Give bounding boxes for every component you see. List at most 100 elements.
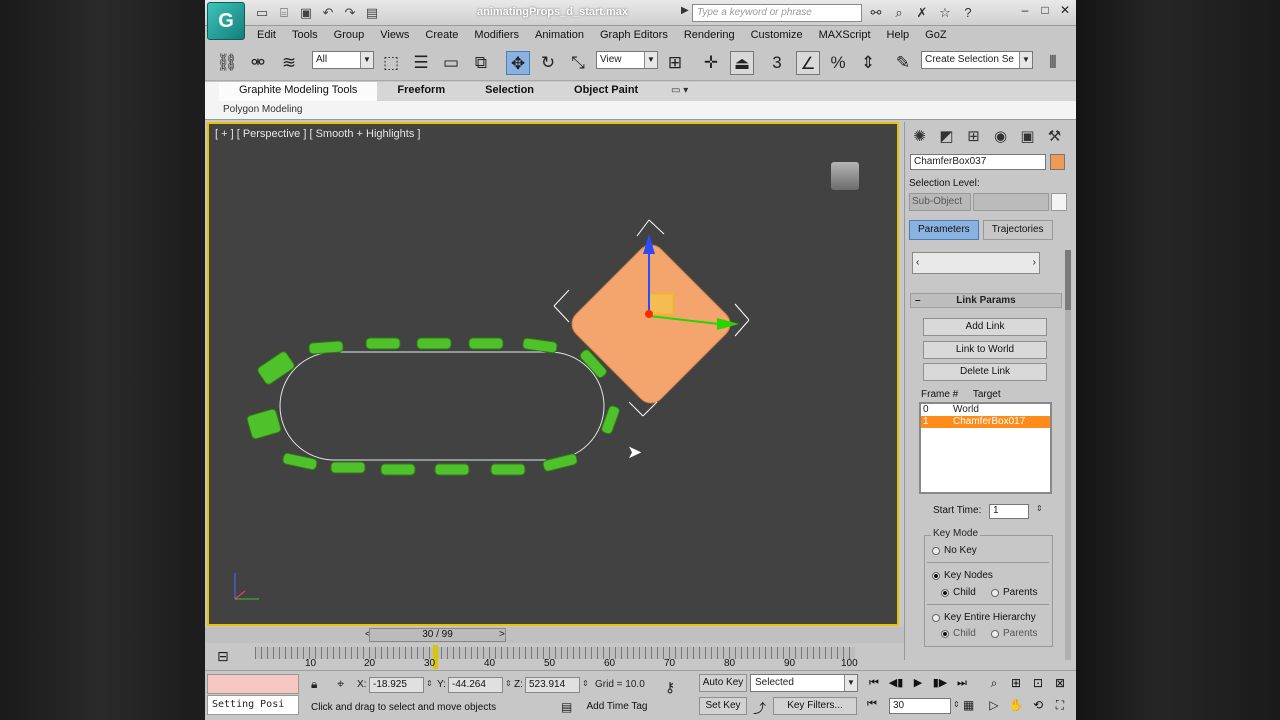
select-by-name-icon[interactable]: ☰ [409,51,433,75]
menu-rendering[interactable]: Rendering [676,27,743,45]
ribbon-options-icon[interactable]: ▭ ▾ [671,85,688,96]
menu-customize[interactable]: Customize [743,27,811,45]
perspective-viewport[interactable]: [ + ] [ Perspective ] [ Smooth + Highlig… [207,122,899,626]
display-panel-icon[interactable]: ▣ [1017,126,1038,147]
scrollbar-thumb[interactable] [1065,250,1071,310]
key-filters-button[interactable]: Key Filters... [773,697,857,715]
radio-key-entire-hierarchy[interactable]: Key Entire Hierarchy [932,612,1036,623]
maximize-icon[interactable]: □ [1038,3,1052,17]
current-frame-field[interactable]: 30 [889,698,951,714]
default-tangents-icon[interactable]: ⤴ [753,698,766,717]
chevron-left-icon[interactable]: ‹ [916,257,919,268]
radio-hierarchy-child[interactable]: Child [941,628,976,639]
menu-tools[interactable]: Tools [284,27,326,45]
spinner-icon[interactable]: ⇕ [953,700,960,709]
go-to-end-icon[interactable]: ⏭ [953,675,971,691]
spinner-snap-icon[interactable]: ⇕ [856,51,880,75]
list-item[interactable]: 1 ChamferBox017 [921,416,1050,428]
menu-create[interactable]: Create [417,27,466,45]
go-to-start-icon[interactable]: ⏮ [865,675,883,691]
zoom-icon[interactable]: ⌕ [985,674,1003,692]
y-coordinate-field[interactable]: -44.264 [448,677,503,693]
key-mode-toggle-icon[interactable]: ⏮ [867,698,877,711]
search-icon[interactable]: ⌕ [890,4,908,21]
sub-object-swatch[interactable] [1051,193,1067,211]
maximize-viewport-icon[interactable]: ⛶ [1051,696,1069,714]
key-filter-selection-dropdown[interactable]: Selected ▼ [750,674,858,692]
search-input[interactable]: Type a keyword or phrase [692,4,862,22]
redo-icon[interactable]: ↷ [341,4,359,21]
next-frame-icon[interactable]: > [499,629,505,640]
mirror-icon[interactable]: ⫴ [1041,51,1065,75]
menu-help[interactable]: Help [879,27,918,45]
app-logo-icon[interactable]: G [207,2,245,40]
radio-key-nodes-child[interactable]: Child [941,587,976,598]
play-icon[interactable]: ▶ [909,675,927,691]
menu-views[interactable]: Views [372,27,417,45]
chevron-right-icon[interactable]: ▶ [681,5,689,16]
create-panel-icon[interactable]: ✺ [909,126,930,147]
reference-coordinate-dropdown[interactable]: View ▼ [596,51,658,69]
delete-link-button[interactable]: Delete Link [923,363,1047,381]
chevron-right-icon[interactable]: › [1033,257,1036,268]
keyboard-shortcut-override-icon[interactable]: ⏏ [730,51,754,75]
x-coordinate-field[interactable]: -18.925 [369,677,424,693]
start-time-field[interactable]: 1 [989,504,1029,519]
star-icon[interactable]: ☆ [936,4,954,21]
motion-panel-icon[interactable]: ◉ [990,126,1011,147]
object-color-swatch[interactable] [1050,154,1065,170]
spinner-icon[interactable]: ⇕ [426,679,433,688]
new-file-icon[interactable]: ▭ [253,4,271,21]
rectangular-selection-icon[interactable]: ▭ [439,51,463,75]
select-object-icon[interactable]: ⬚ [379,51,403,75]
zoom-all-icon[interactable]: ⊞ [1007,674,1025,692]
horizontal-scroll-strip[interactable]: ‹ › [912,252,1040,274]
list-item[interactable]: 0 World [921,404,1050,416]
link-params-rollout[interactable]: – Link Params [910,293,1062,308]
tab-freeform[interactable]: Freeform [377,82,465,101]
mini-curve-editor-icon[interactable]: ⊟ [217,648,229,665]
project-folder-icon[interactable]: ▤ [363,4,381,21]
add-link-button[interactable]: Add Link [923,318,1047,336]
spinner-icon[interactable]: ⇕ [505,679,512,688]
panel-scrollbar[interactable] [1065,250,1071,660]
field-of-view-icon[interactable]: ▷ [985,696,1003,714]
previous-key-icon[interactable]: ◀▮ [887,675,905,691]
minimize-icon[interactable]: – [1018,3,1032,17]
select-and-link-icon[interactable]: ⛓ [215,51,239,75]
tab-object-paint[interactable]: Object Paint [554,82,658,101]
motion-path-spline[interactable] [279,351,605,461]
bind-space-warp-icon[interactable]: ≋ [277,51,301,75]
key-icon[interactable]: ⚷ [665,679,675,696]
tools-icon[interactable]: ✗ [913,4,931,21]
window-crossing-icon[interactable]: ⧉ [469,51,493,75]
menu-graph-editors[interactable]: Graph Editors [592,27,676,45]
link-frame-list[interactable]: 0 World 1 ChamferBox017 [919,402,1052,494]
named-selection-dropdown[interactable]: Create Selection Se ▼ [921,51,1033,69]
select-and-move-icon[interactable]: ✥ [506,51,530,75]
select-manipulate-icon[interactable]: ✛ [699,51,723,75]
chain-links[interactable] [246,337,620,476]
angle-snap-icon[interactable]: ∠ [796,51,820,75]
modify-panel-icon[interactable]: ◩ [936,126,957,147]
z-coordinate-field[interactable]: 523.914 [525,677,580,693]
time-tag-icon[interactable]: ▤ [561,700,572,714]
tab-parameters[interactable]: Parameters [909,220,979,240]
time-configuration-icon[interactable]: ▦ [963,698,974,712]
pan-icon[interactable]: ✋ [1007,696,1025,714]
menu-group[interactable]: Group [326,27,373,45]
menu-edit[interactable]: Edit [249,27,284,45]
time-slider[interactable]: 30 / 99 [369,628,506,642]
menu-goz[interactable]: GoZ [917,27,954,45]
select-and-rotate-icon[interactable]: ↻ [536,51,560,75]
tab-trajectories[interactable]: Trajectories [982,220,1053,240]
ribbon-sub-label[interactable]: Polygon Modeling [223,104,303,115]
track-bar[interactable]: ⊟ 10 20 30 40 50 60 70 80 90 100 [205,643,904,670]
tab-graphite-modeling-tools[interactable]: Graphite Modeling Tools [219,82,378,101]
selection-lock-icon[interactable]: 🔒︎ [311,677,317,692]
percent-snap-icon[interactable]: % [826,51,850,75]
auto-key-button[interactable]: Auto Key [699,674,747,692]
zoom-extents-all-icon[interactable]: ⊠ [1051,674,1069,692]
radio-key-nodes[interactable]: Key Nodes [932,570,993,581]
help-icon[interactable]: ? [959,4,977,21]
